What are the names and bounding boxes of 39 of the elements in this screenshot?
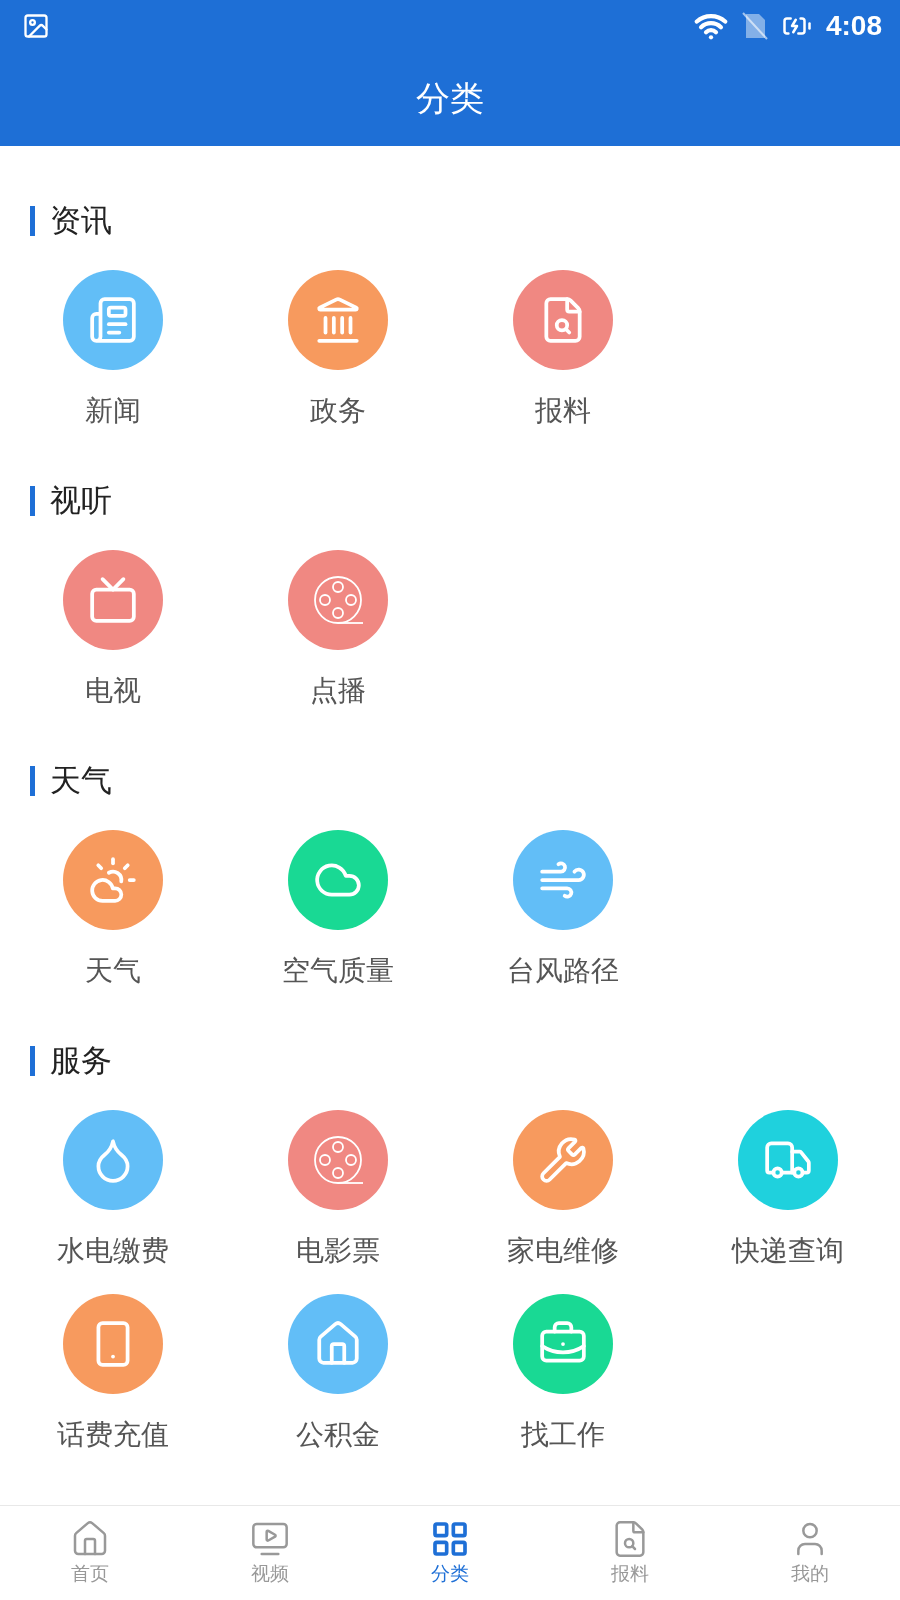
film-reel-icon — [311, 574, 364, 626]
no-sim-icon — [741, 12, 768, 40]
page-title: 分类 — [416, 77, 484, 120]
category-label: 电视 — [84, 673, 141, 709]
grid-icon — [430, 1519, 470, 1559]
section-title: 视听 — [50, 481, 112, 520]
category-label: 找工作 — [520, 1417, 605, 1453]
cloud-sun-icon — [87, 855, 138, 905]
category-label: 水电缴费 — [56, 1233, 169, 1269]
section-marker — [30, 486, 35, 516]
nav-tab[interactable]: 报料 — [540, 1506, 720, 1600]
category-label: 天气 — [84, 953, 141, 989]
tv-icon — [87, 575, 138, 625]
category-label: 家电维修 — [506, 1233, 619, 1269]
newspaper-icon — [87, 295, 138, 345]
category-label: 新闻 — [84, 393, 141, 429]
category-label: 话费充值 — [56, 1417, 169, 1453]
category-label: 公积金 — [295, 1417, 380, 1453]
category-label: 政务 — [309, 393, 366, 429]
category-label: 快递查询 — [731, 1233, 844, 1269]
image-icon — [22, 12, 50, 40]
category-label: 台风路径 — [506, 953, 619, 989]
category-label: 空气质量 — [281, 953, 394, 989]
wrench-icon — [537, 1135, 588, 1185]
section-marker — [30, 766, 35, 796]
nav-tab[interactable]: 分类 — [360, 1506, 540, 1600]
nav-tab[interactable]: 首页 — [0, 1506, 180, 1600]
section-title: 服务 — [50, 1041, 112, 1080]
section-title: 天气 — [50, 761, 112, 800]
section-title: 资讯 — [50, 201, 112, 240]
nav-tab[interactable]: 我的 — [720, 1506, 900, 1600]
section-marker — [30, 206, 35, 236]
category-label: 点播 — [309, 673, 366, 709]
section-marker — [30, 1046, 35, 1076]
nav-tab[interactable]: 视频 — [180, 1506, 360, 1600]
category-label: 报料 — [534, 393, 591, 429]
film-reel-icon — [311, 1134, 364, 1186]
clock-time: 4:08 — [825, 10, 882, 42]
category-label: 电影票 — [295, 1233, 380, 1269]
